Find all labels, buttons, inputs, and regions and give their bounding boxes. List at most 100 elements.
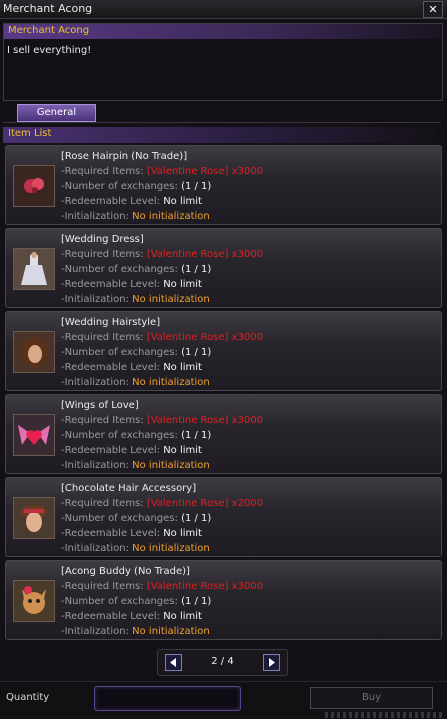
wings-of-love-icon [14,415,54,455]
redeemable-level-label: -Redeemable Level: [61,528,161,539]
redeemable-level-label: -Redeemable Level: [61,362,161,373]
required-items-value: [Valentine Rose] x3000 [146,332,263,343]
initialization-label: -Initialization: [61,543,129,554]
required-items-value: [Valentine Rose] x2000 [146,498,263,509]
exchanges-label: -Number of exchanges: [61,181,178,192]
footer-bar: Quantity Buy [0,681,447,719]
item-details: [Acong Buddy (No Trade)] -Required Items:… [61,564,263,639]
item-name: [Rose Hairpin (No Trade)] [61,151,188,162]
item-details: [Rose Hairpin (No Trade)] -Required Items… [61,149,263,224]
redeemable-level-label: -Redeemable Level: [61,445,161,456]
title-bar[interactable]: Merchant Acong ✕ [0,0,447,19]
npc-name: Merchant Acong [8,25,90,36]
required-items-label: -Required Items: [61,498,144,509]
exchanges-value: (1 / 1) [181,347,212,358]
close-icon: ✕ [428,3,438,16]
resize-grip[interactable] [325,712,445,718]
item-icon-frame[interactable] [13,331,55,373]
initialization-label: -Initialization: [61,294,129,305]
item-name: [Wings of Love] [61,400,139,411]
next-page-button[interactable] [263,654,280,671]
close-button[interactable]: ✕ [423,1,443,18]
arrow-right-icon [269,658,275,667]
npc-dialog-text: I sell everything! [7,45,92,56]
required-items-label: -Required Items: [61,166,144,177]
exchanges-label: -Number of exchanges: [61,513,178,524]
acong-buddy-icon [14,581,54,621]
required-items-value: [Valentine Rose] x3000 [146,581,263,592]
item-list: [Rose Hairpin (No Trade)] -Required Items… [3,145,442,645]
exchanges-label: -Number of exchanges: [61,264,178,275]
wedding-hairstyle-icon [14,332,54,372]
initialization-value: No initialization [132,543,210,554]
rose-hairpin-icon [14,166,54,206]
required-items-value: [Valentine Rose] x3000 [146,249,263,260]
required-items-label: -Required Items: [61,249,144,260]
npc-header: Merchant Acong [4,24,442,39]
redeemable-level-label: -Redeemable Level: [61,196,161,207]
item-list-header: Item List [3,127,441,143]
quantity-label: Quantity [6,692,50,703]
required-items-label: -Required Items: [61,581,144,592]
item-card[interactable]: [Wings of Love] -Required Items: [Valenti… [5,394,442,474]
exchanges-label: -Number of exchanges: [61,430,178,441]
quantity-input[interactable] [94,686,241,711]
initialization-label: -Initialization: [61,377,129,388]
item-name: [Wedding Dress] [61,234,144,245]
tab-divider [3,122,441,123]
redeemable-level-label: -Redeemable Level: [61,611,161,622]
initialization-value: No initialization [132,211,210,222]
item-details: [Chocolate Hair Accessory] -Required Item… [61,481,263,556]
initialization-value: No initialization [132,460,210,471]
exchanges-label: -Number of exchanges: [61,596,178,607]
item-card[interactable]: [Wedding Hairstyle] -Required Items: [Val… [5,311,442,391]
pager: 2 / 4 [157,649,288,676]
initialization-value: No initialization [132,377,210,388]
item-card[interactable]: [Rose Hairpin (No Trade)] -Required Items… [5,145,442,225]
wedding-dress-icon [14,249,54,289]
item-details: [Wedding Hairstyle] -Required Items: [Val… [61,315,263,390]
item-details: [Wings of Love] -Required Items: [Valenti… [61,398,263,473]
item-icon-frame[interactable] [13,414,55,456]
exchanges-value: (1 / 1) [181,181,212,192]
tab-general[interactable]: General [17,104,96,122]
initialization-label: -Initialization: [61,460,129,471]
item-name: [Wedding Hairstyle] [61,317,161,328]
item-icon-frame[interactable] [13,497,55,539]
item-list-title: Item List [8,128,52,139]
item-name: [Acong Buddy (No Trade)] [61,566,190,577]
initialization-label: -Initialization: [61,211,129,222]
exchanges-value: (1 / 1) [181,513,212,524]
npc-dialog-box: Merchant Acong I sell everything! [3,23,443,101]
redeemable-level-value: No limit [163,279,202,290]
chocolate-hair-accessory-icon [14,498,54,538]
required-items-value: [Valentine Rose] x3000 [146,166,263,177]
required-items-label: -Required Items: [61,415,144,426]
exchanges-label: -Number of exchanges: [61,347,178,358]
item-icon-frame[interactable] [13,248,55,290]
item-details: [Wedding Dress] -Required Items: [Valenti… [61,232,263,307]
window-title: Merchant Acong [3,2,93,15]
exchanges-value: (1 / 1) [181,596,212,607]
initialization-value: No initialization [132,294,210,305]
buy-button[interactable]: Buy [310,687,433,709]
exchanges-value: (1 / 1) [181,264,212,275]
initialization-label: -Initialization: [61,626,129,637]
item-icon-frame[interactable] [13,580,55,622]
required-items-label: -Required Items: [61,332,144,343]
redeemable-level-value: No limit [163,196,202,207]
redeemable-level-value: No limit [163,611,202,622]
redeemable-level-label: -Redeemable Level: [61,279,161,290]
merchant-window: Merchant Acong ✕ Merchant Acong I sell e… [0,0,447,719]
required-items-value: [Valentine Rose] x3000 [146,415,263,426]
item-icon-frame[interactable] [13,165,55,207]
item-card[interactable]: [Chocolate Hair Accessory] -Required Item… [5,477,442,557]
item-card[interactable]: [Acong Buddy (No Trade)] -Required Items:… [5,560,442,640]
redeemable-level-value: No limit [163,528,202,539]
initialization-value: No initialization [132,626,210,637]
item-card[interactable]: [Wedding Dress] -Required Items: [Valenti… [5,228,442,308]
redeemable-level-value: No limit [163,362,202,373]
redeemable-level-value: No limit [163,445,202,456]
exchanges-value: (1 / 1) [181,430,212,441]
item-name: [Chocolate Hair Accessory] [61,483,197,494]
